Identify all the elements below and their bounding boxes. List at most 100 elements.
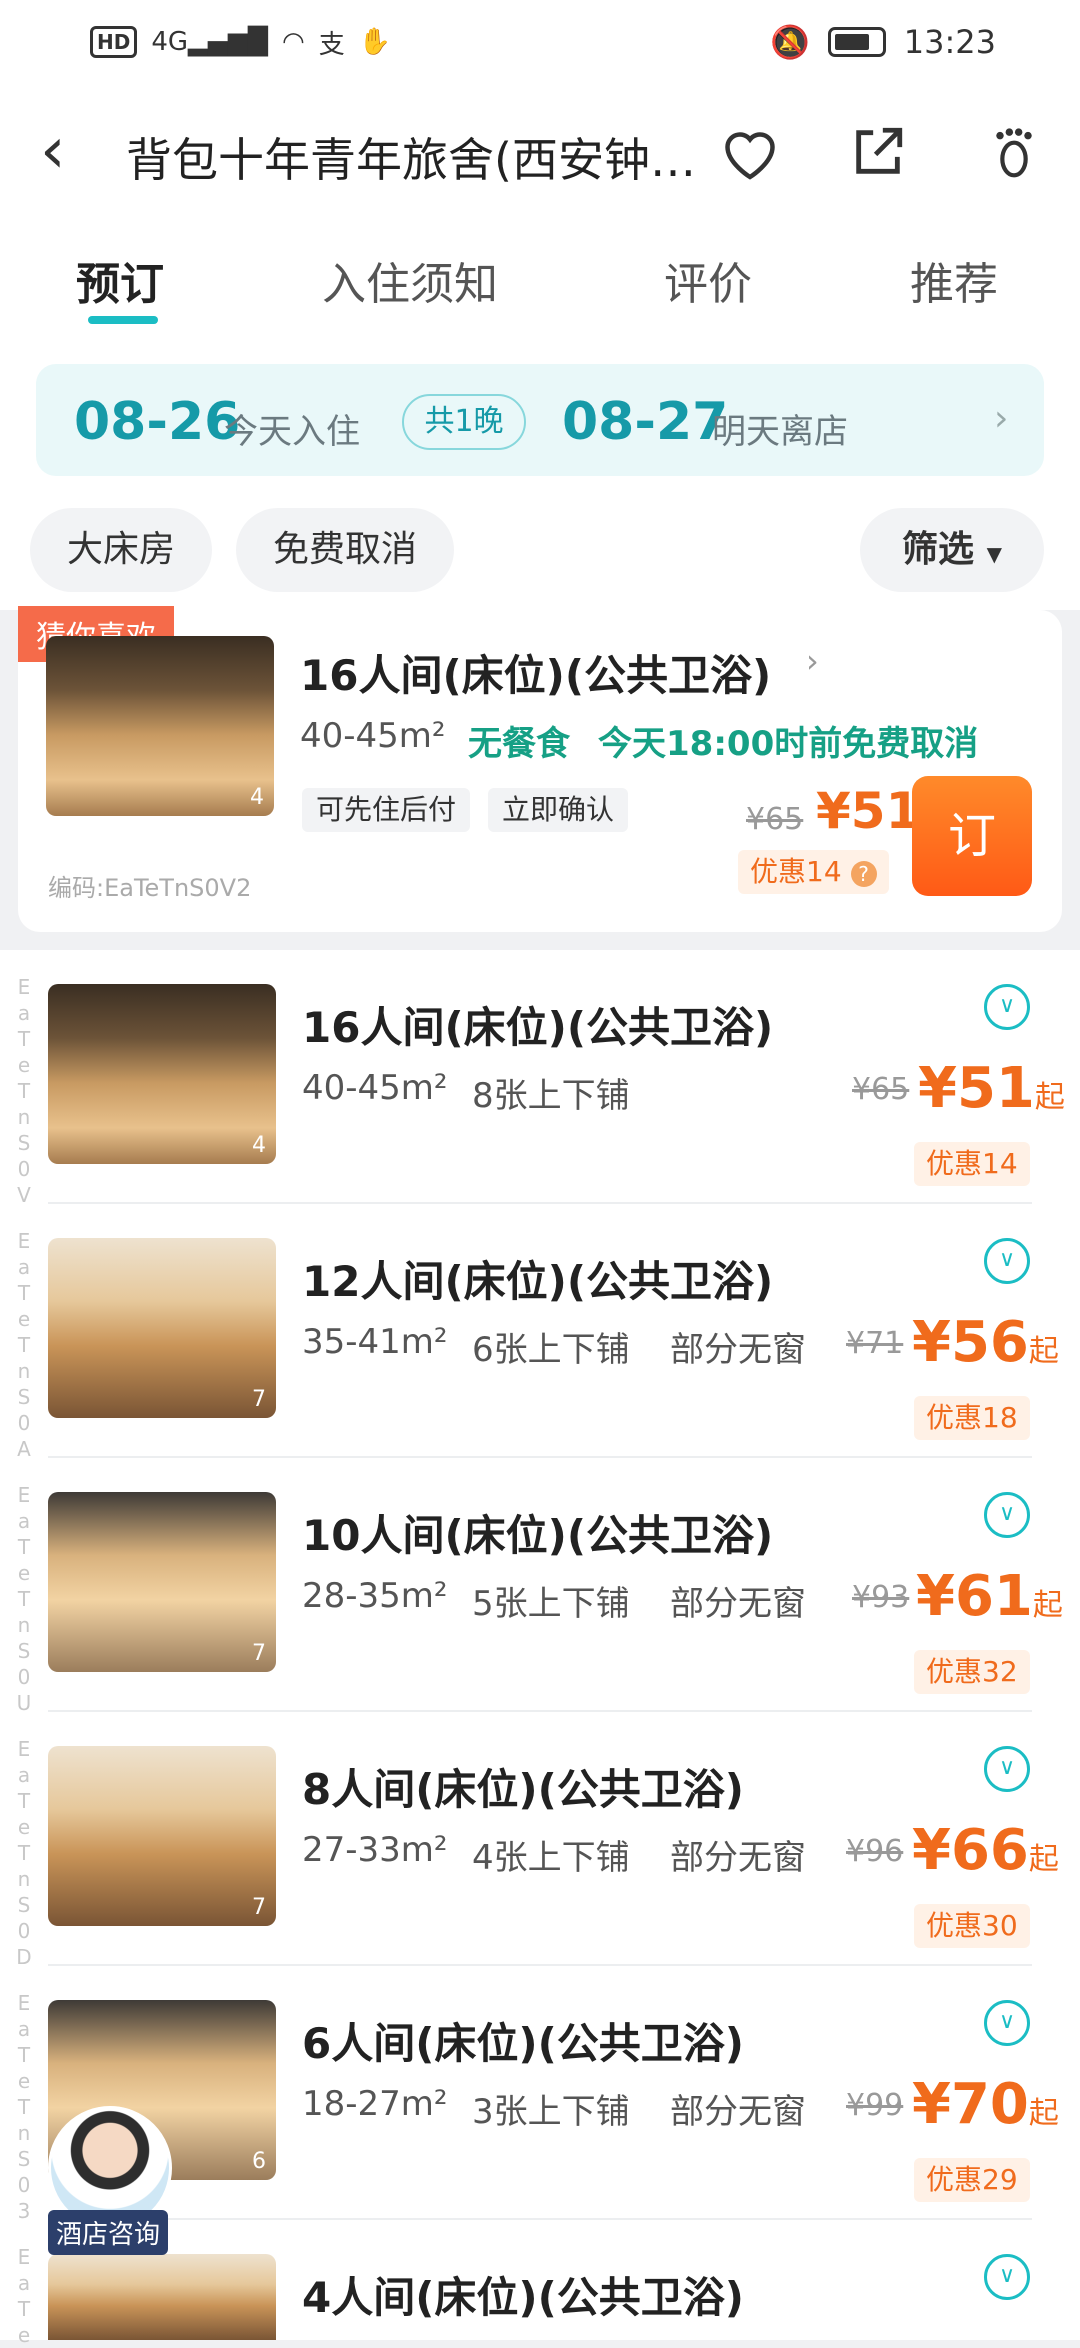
current-price: ¥61起	[916, 1564, 1063, 1629]
room-photo[interactable]: 4	[46, 636, 274, 816]
tab-reviews[interactable]: 评价	[664, 248, 752, 312]
clock: 13:23	[903, 23, 996, 61]
room-photo[interactable]: 7	[48, 1746, 276, 1926]
room-area: 35-41m²	[302, 1322, 448, 1362]
date-selector[interactable]: 08-26 今天入住 共1晚 08-27 明天离店 ›	[36, 364, 1044, 476]
signal-icon: 4G▂▄▆█	[151, 27, 269, 57]
room-code: EaTeTnS0V	[17, 975, 31, 1207]
photo-count: 4	[250, 785, 264, 810]
room-area: 27-33m²	[302, 1830, 448, 1870]
current-price: ¥51起	[918, 1056, 1065, 1121]
room-title: 16人间(床位)(公共卫浴)	[302, 1003, 774, 1052]
discount-badge: 优惠32	[914, 1650, 1030, 1694]
room-beds: 6张上下铺	[472, 1330, 630, 1370]
room-area: 18-27m²	[302, 2084, 448, 2124]
status-icons-right: 🔕 13:23	[770, 23, 996, 61]
pay-later-tag: 可先住后付	[302, 788, 471, 832]
price-suffix: 起	[1028, 1842, 1059, 1877]
instant-confirm-tag: 立即确认	[488, 788, 629, 832]
discount-badge: 优惠29	[914, 2158, 1030, 2202]
nights-badge: 共1晚	[402, 394, 526, 450]
price-value: ¥61	[916, 1564, 1033, 1629]
original-price: ¥65	[746, 802, 804, 837]
room-code: EaTeTnS0D	[16, 1737, 32, 1969]
pay-icon: 支	[318, 29, 345, 60]
share-icon[interactable]	[840, 114, 916, 190]
photo-count: 6	[252, 2149, 266, 2174]
tab-booking[interactable]: 预订	[76, 248, 164, 312]
room-code: EaTeTnS0A	[17, 1229, 31, 1461]
chevron-right-icon: ›	[994, 398, 1009, 439]
featured-room-card[interactable]: 猜你喜欢 4 16人间(床位)(公共卫浴) › 40-45m² 无餐食 今天18…	[18, 606, 1062, 932]
status-bar: HD 4G▂▄▆█ ◠ 支 ✋ 🔕 13:23	[0, 0, 1080, 84]
price-suffix: 起	[1034, 1080, 1065, 1115]
checkin-label: 今天入住	[224, 412, 360, 452]
filter-chip-kingbed[interactable]: 大床房	[30, 508, 212, 592]
page-title: 背包十年青年旅舍(西安钟…	[126, 133, 696, 187]
hotel-consult-button[interactable]: 酒店咨询	[48, 2106, 178, 2255]
room-area: 28-35m²	[302, 1576, 448, 1616]
room-row[interactable]: EaTeTnS0A 7 12人间(床位)(公共卫浴) 35-41m² 6张上下铺…	[0, 1204, 1080, 1461]
price-suffix: 起	[1028, 2096, 1059, 2131]
featured-room-area: 40-45m²	[300, 716, 446, 756]
original-price: ¥93	[852, 1580, 910, 1615]
filter-bar: 大床房 免费取消 筛选 ▼	[0, 490, 1080, 610]
chevron-down-icon[interactable]: ∨	[984, 2000, 1030, 2046]
help-icon[interactable]: ?	[850, 861, 877, 887]
featured-cancel-policy: 今天18:00时前免费取消	[598, 724, 979, 764]
header: ‹ 背包十年青年旅舍(西安钟…	[0, 84, 1080, 224]
mute-icon: 🔕	[769, 23, 810, 61]
tab-bar: 预订 入住须知 评价 推荐	[0, 224, 1080, 352]
discount-badge: 优惠18	[914, 1396, 1030, 1440]
room-photo[interactable]	[48, 2254, 276, 2340]
room-photo[interactable]: 7	[48, 1492, 276, 1672]
room-code: EaTeTnS0U	[16, 1483, 32, 1715]
chevron-down-icon[interactable]: ∨	[984, 2254, 1030, 2300]
price-value: ¥70	[912, 2072, 1029, 2137]
room-title: 4人间(床位)(公共卫浴)	[302, 2273, 745, 2322]
original-price: ¥96	[846, 1834, 904, 1869]
room-window: 部分无窗	[670, 1838, 806, 1878]
original-price: ¥99	[846, 2088, 904, 2123]
consult-label: 酒店咨询	[48, 2210, 169, 2255]
wifi-icon: ◠	[282, 27, 305, 57]
current-price: ¥56起	[912, 1310, 1059, 1375]
room-row[interactable]: EaTeTnS0V 4 16人间(床位)(公共卫浴) 40-45m² 8张上下铺…	[0, 950, 1080, 1207]
tab-recommend[interactable]: 推荐	[910, 248, 998, 312]
chevron-down-icon[interactable]: ∨	[984, 1746, 1030, 1792]
heart-icon[interactable]	[712, 114, 788, 190]
room-window: 部分无窗	[670, 2092, 806, 2132]
date-section: 08-26 今天入住 共1晚 08-27 明天离店 ›	[0, 352, 1080, 490]
room-photo[interactable]: 7	[48, 1238, 276, 1418]
room-photo[interactable]: 4	[48, 984, 276, 1164]
price-suffix: 起	[1028, 1334, 1059, 1369]
chevron-down-icon[interactable]: ∨	[984, 1238, 1030, 1284]
original-price: ¥65	[852, 1072, 910, 1107]
book-button[interactable]: 订	[912, 776, 1032, 896]
status-icons-left: HD 4G▂▄▆█ ◠ 支 ✋	[90, 24, 391, 61]
room-beds: 8张上下铺	[472, 1076, 630, 1116]
room-title: 10人间(床位)(公共卫浴)	[302, 1511, 774, 1560]
chevron-down-icon[interactable]: ∨	[984, 1492, 1030, 1538]
back-icon[interactable]: ‹	[40, 119, 104, 186]
room-window: 部分无窗	[670, 1584, 806, 1624]
room-code: EaTeTnS03	[17, 1991, 31, 2223]
filter-chip-free-cancel[interactable]: 免费取消	[236, 508, 454, 592]
discount-badge: 优惠14 ?	[738, 850, 889, 894]
caret-down-icon: ▼	[986, 542, 1002, 566]
tab-notice[interactable]: 入住须知	[322, 248, 498, 312]
discount-label: 优惠14	[750, 855, 842, 888]
room-code: EaTe	[17, 2245, 31, 2347]
room-beds: 4张上下铺	[472, 1838, 630, 1878]
filter-button[interactable]: 筛选 ▼	[860, 508, 1044, 592]
original-price: ¥71	[846, 1326, 904, 1361]
room-beds: 5张上下铺	[472, 1584, 630, 1624]
discount-badge: 优惠14	[914, 1142, 1030, 1186]
room-row[interactable]: EaTeTnS0D 7 8人间(床位)(公共卫浴) 27-33m² 4张上下铺 …	[0, 1712, 1080, 1969]
room-title: 8人间(床位)(公共卫浴)	[302, 1765, 745, 1814]
price-value: ¥51	[918, 1056, 1035, 1121]
chevron-down-icon[interactable]: ∨	[984, 984, 1030, 1030]
filter-label: 筛选	[902, 529, 975, 570]
room-row[interactable]: EaTeTnS0U 7 10人间(床位)(公共卫浴) 28-35m² 5张上下铺…	[0, 1458, 1080, 1715]
footprint-icon[interactable]	[976, 114, 1052, 190]
